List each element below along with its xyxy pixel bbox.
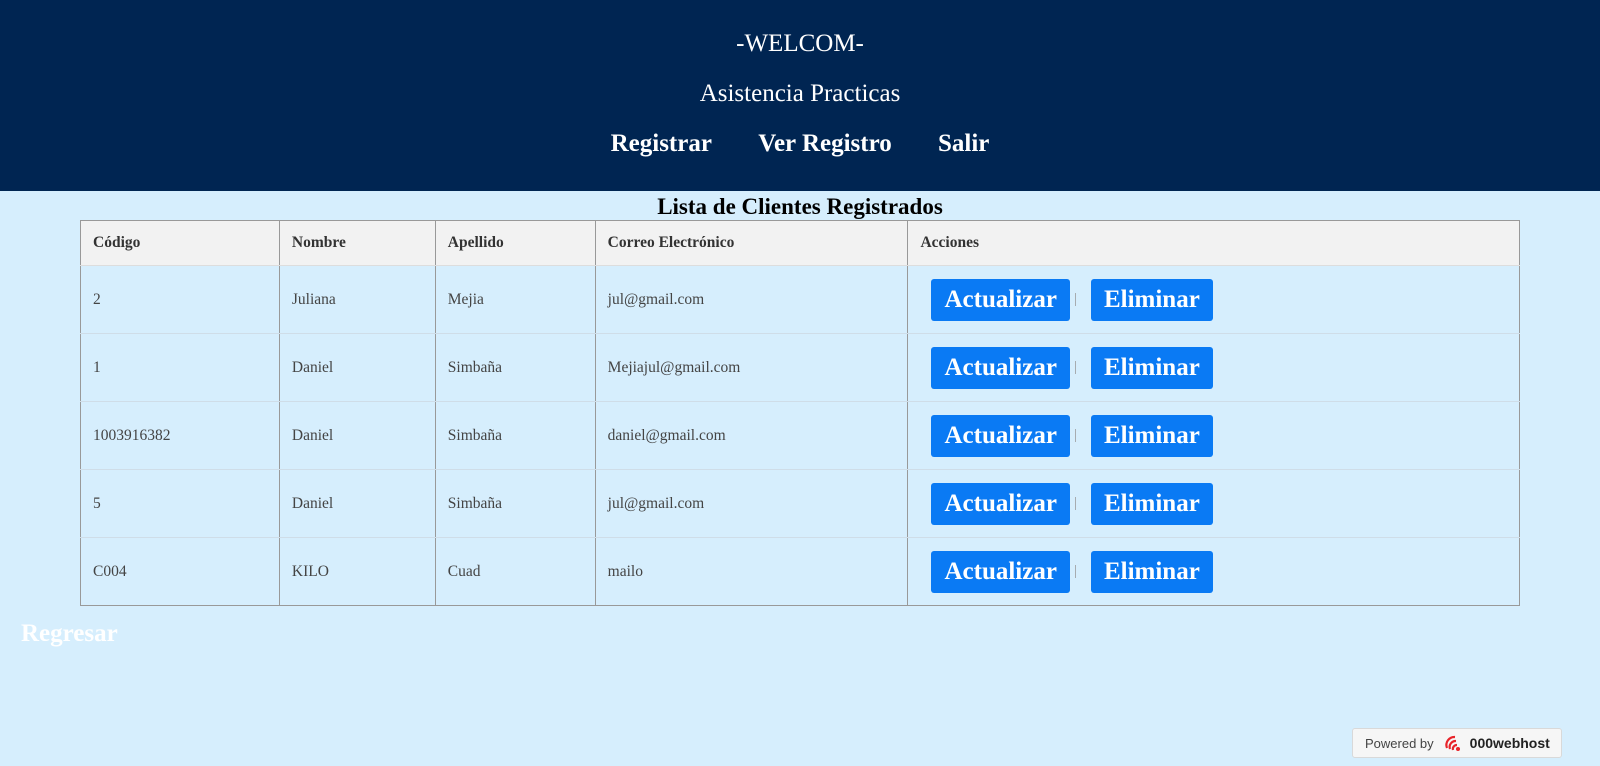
update-button[interactable]: Actualizar <box>931 482 1070 525</box>
powered-by-badge[interactable]: Powered by 000webhost <box>1352 728 1562 758</box>
list-title: Lista de Clientes Registrados <box>657 194 943 219</box>
column-header-nombre: Nombre <box>278 220 436 266</box>
cell-acciones: Actualizar | Eliminar <box>907 333 1520 402</box>
action-separator: | <box>1073 291 1077 307</box>
cell-acciones: Actualizar | Eliminar <box>907 265 1520 334</box>
cell-acciones: Actualizar | Eliminar <box>907 401 1520 470</box>
delete-button[interactable]: Eliminar <box>1090 278 1213 321</box>
cell-codigo: 1 <box>80 333 280 402</box>
action-separator: | <box>1073 563 1077 579</box>
update-button[interactable]: Actualizar <box>931 278 1070 321</box>
back-link[interactable]: Regresar <box>21 620 118 648</box>
welcome-title: -WELCOM- <box>736 30 864 57</box>
table-row: 1 Daniel Simbaña Mejiajul@gmail.com Actu… <box>80 333 1520 402</box>
cell-codigo: 2 <box>80 265 280 334</box>
nav-registrar-link[interactable]: Registrar <box>611 130 712 157</box>
action-separator: | <box>1073 495 1077 511</box>
delete-button[interactable]: Eliminar <box>1090 346 1213 389</box>
cell-nombre: KILO <box>278 537 436 606</box>
cell-correo: daniel@gmail.com <box>594 401 909 470</box>
cell-nombre: Daniel <box>278 469 436 538</box>
page-subtitle: Asistencia Practicas <box>699 80 901 107</box>
column-header-correo: Correo Electrónico <box>594 220 909 266</box>
cell-acciones: Actualizar | Eliminar <box>907 469 1520 538</box>
powered-by-label: Powered by <box>1365 735 1434 751</box>
cell-correo: Mejiajul@gmail.com <box>594 333 909 402</box>
column-header-apellido: Apellido <box>434 220 596 266</box>
clients-table: Código Nombre Apellido Correo Electrónic… <box>80 220 1520 606</box>
cell-apellido: Mejia <box>434 265 596 334</box>
action-separator: | <box>1073 427 1077 443</box>
table-row: 2 Juliana Mejia jul@gmail.com Actualizar… <box>80 265 1520 334</box>
table-header-row: Código Nombre Apellido Correo Electrónic… <box>80 220 1520 266</box>
cell-correo: jul@gmail.com <box>594 265 909 334</box>
update-button[interactable]: Actualizar <box>931 550 1070 593</box>
site-header: -WELCOM- Asistencia Practicas Registrar … <box>0 0 1600 191</box>
cell-codigo: 5 <box>80 469 280 538</box>
cell-acciones: Actualizar | Eliminar <box>907 537 1520 606</box>
cell-codigo: 1003916382 <box>80 401 280 470</box>
cell-apellido: Simbaña <box>434 401 596 470</box>
nav-ver-registro-link[interactable]: Ver Registro <box>758 130 892 157</box>
cell-apellido: Cuad <box>434 537 596 606</box>
delete-button[interactable]: Eliminar <box>1090 414 1213 457</box>
000webhost-logo-icon <box>1443 732 1465 754</box>
table-row: C004 KILO Cuad mailo Actualizar | Eliminar <box>80 537 1520 606</box>
table-row: 5 Daniel Simbaña jul@gmail.com Actualiza… <box>80 469 1520 538</box>
column-header-codigo: Código <box>80 220 280 266</box>
delete-button[interactable]: Eliminar <box>1090 482 1213 525</box>
update-button[interactable]: Actualizar <box>931 414 1070 457</box>
nav-salir-link[interactable]: Salir <box>938 130 989 157</box>
cell-correo: jul@gmail.com <box>594 469 909 538</box>
table-row: 1003916382 Daniel Simbaña daniel@gmail.c… <box>80 401 1520 470</box>
delete-button[interactable]: Eliminar <box>1090 550 1213 593</box>
cell-nombre: Daniel <box>278 333 436 402</box>
cell-nombre: Daniel <box>278 401 436 470</box>
main-nav: Registrar Ver Registro Salir <box>0 129 1600 159</box>
update-button[interactable]: Actualizar <box>931 346 1070 389</box>
column-header-acciones: Acciones <box>907 220 1520 266</box>
cell-nombre: Juliana <box>278 265 436 334</box>
cell-apellido: Simbaña <box>434 333 596 402</box>
cell-codigo: C004 <box>80 537 280 606</box>
brand-name: 000webhost <box>1469 735 1550 751</box>
cell-correo: mailo <box>594 537 909 606</box>
cell-apellido: Simbaña <box>434 469 596 538</box>
action-separator: | <box>1073 359 1077 375</box>
